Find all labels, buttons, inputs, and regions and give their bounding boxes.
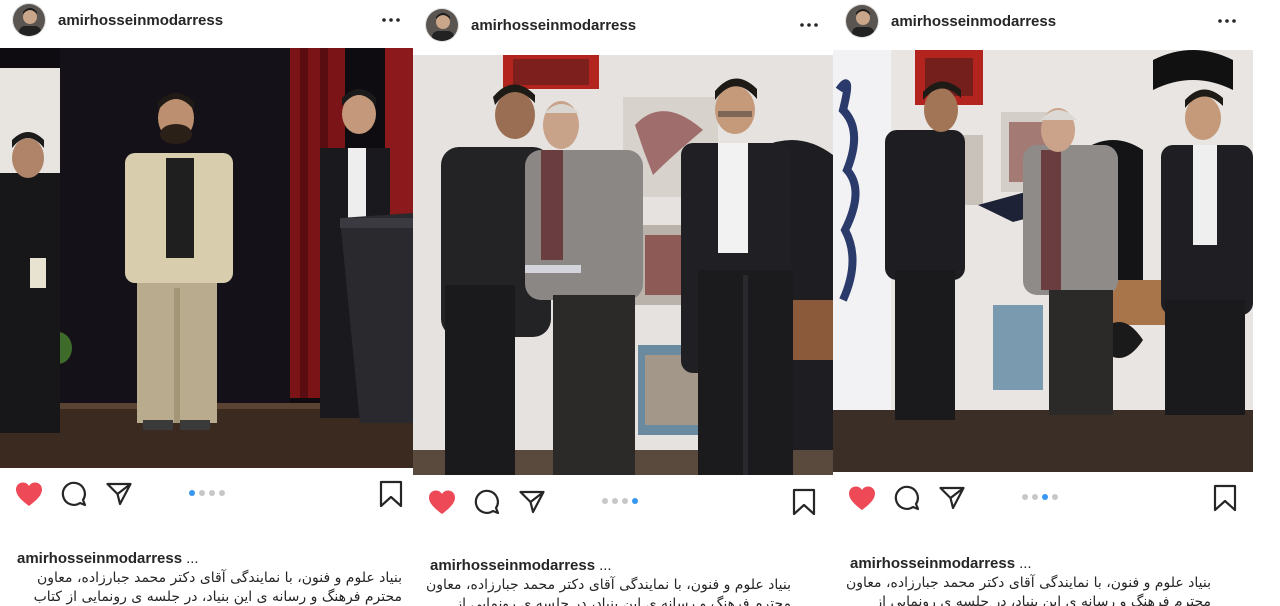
avatar[interactable] bbox=[845, 4, 879, 38]
instagram-post-2: amirhosseinmodarress amirhosseinmodarres… bbox=[413, 0, 833, 606]
caption-more[interactable]: ... bbox=[186, 550, 199, 567]
post-actions bbox=[413, 486, 833, 522]
post-photo[interactable] bbox=[413, 55, 833, 475]
post-header: amirhosseinmodarress bbox=[845, 1, 1253, 41]
post-photo[interactable] bbox=[0, 48, 413, 468]
share-icon[interactable] bbox=[103, 478, 135, 510]
comment-icon[interactable] bbox=[471, 486, 503, 518]
caption-line: محترم فرهنگ و رسانه ی این بنیاد، در جلسه… bbox=[875, 594, 1211, 606]
instagram-post-3: amirhosseinmodarress amirhosseinmodarres… bbox=[833, 0, 1253, 606]
carousel-dot bbox=[622, 498, 628, 504]
carousel-dot bbox=[1032, 494, 1038, 500]
heart-icon[interactable] bbox=[846, 482, 878, 514]
caption-line: بنیاد علوم و فنون، با نمایندگی آقای دکتر… bbox=[36, 570, 402, 586]
post-username[interactable]: amirhosseinmodarress bbox=[891, 13, 1056, 30]
carousel-indicator bbox=[1022, 494, 1058, 500]
carousel-dot bbox=[1042, 494, 1048, 500]
caption-text: بنیاد علوم و فنون، با نمایندگی آقای دکتر… bbox=[843, 574, 1211, 606]
caption-more[interactable]: ... bbox=[1019, 555, 1032, 572]
bookmark-icon[interactable] bbox=[1209, 482, 1241, 514]
caption-username[interactable]: amirhosseinmodarress... bbox=[430, 557, 612, 574]
carousel-indicator bbox=[602, 498, 638, 504]
caption-text: بنیاد علوم و فنون، با نمایندگی آقای دکتر… bbox=[10, 569, 402, 606]
caption-username[interactable]: amirhosseinmodarress... bbox=[17, 550, 199, 567]
post-header: amirhosseinmodarress bbox=[12, 0, 413, 40]
carousel-dot bbox=[1022, 494, 1028, 500]
caption-more[interactable]: ... bbox=[599, 557, 612, 574]
post-photo[interactable] bbox=[833, 50, 1253, 472]
share-icon[interactable] bbox=[516, 486, 548, 518]
bookmark-icon[interactable] bbox=[375, 478, 407, 510]
comment-icon[interactable] bbox=[58, 478, 90, 510]
bookmark-icon[interactable] bbox=[788, 486, 820, 518]
caption-username-text[interactable]: amirhosseinmodarress bbox=[850, 555, 1015, 572]
comment-icon[interactable] bbox=[891, 482, 923, 514]
carousel-dot bbox=[199, 490, 205, 496]
post-actions bbox=[833, 482, 1253, 518]
more-options-icon[interactable] bbox=[1215, 9, 1239, 33]
caption-text: بنیاد علوم و فنون، با نمایندگی آقای دکتر… bbox=[423, 576, 791, 606]
carousel-dot bbox=[1052, 494, 1058, 500]
instagram-post-1: amirhosseinmodarress amirhosseinmodarres… bbox=[0, 0, 413, 606]
heart-icon[interactable] bbox=[426, 486, 458, 518]
more-options-icon[interactable] bbox=[379, 8, 403, 32]
post-actions bbox=[0, 478, 413, 514]
carousel-dot bbox=[612, 498, 618, 504]
carousel-dot bbox=[189, 490, 195, 496]
post-username[interactable]: amirhosseinmodarress bbox=[58, 12, 223, 29]
caption-line: محترم فرهنگ و رسانه ی این بنیاد، در جلسه… bbox=[33, 589, 402, 605]
carousel-dot bbox=[209, 490, 215, 496]
caption-username-text[interactable]: amirhosseinmodarress bbox=[430, 557, 595, 574]
post-username[interactable]: amirhosseinmodarress bbox=[471, 17, 636, 34]
caption-line: بنیاد علوم و فنون، با نمایندگی آقای دکتر… bbox=[425, 577, 791, 593]
caption-line: بنیاد علوم و فنون، با نمایندگی آقای دکتر… bbox=[845, 575, 1211, 591]
post-header: amirhosseinmodarress bbox=[425, 5, 833, 45]
avatar[interactable] bbox=[12, 3, 46, 37]
more-options-icon[interactable] bbox=[797, 13, 821, 37]
share-icon[interactable] bbox=[936, 482, 968, 514]
carousel-dot bbox=[219, 490, 225, 496]
carousel-dot bbox=[602, 498, 608, 504]
caption-username[interactable]: amirhosseinmodarress... bbox=[850, 555, 1032, 572]
heart-icon[interactable] bbox=[13, 478, 45, 510]
caption-line: محترم فرهنگ و رسانه ی این بنیاد، در جلسه… bbox=[455, 596, 791, 606]
carousel-dot bbox=[632, 498, 638, 504]
avatar[interactable] bbox=[425, 8, 459, 42]
carousel-indicator bbox=[189, 490, 225, 496]
caption-username-text[interactable]: amirhosseinmodarress bbox=[17, 550, 182, 567]
